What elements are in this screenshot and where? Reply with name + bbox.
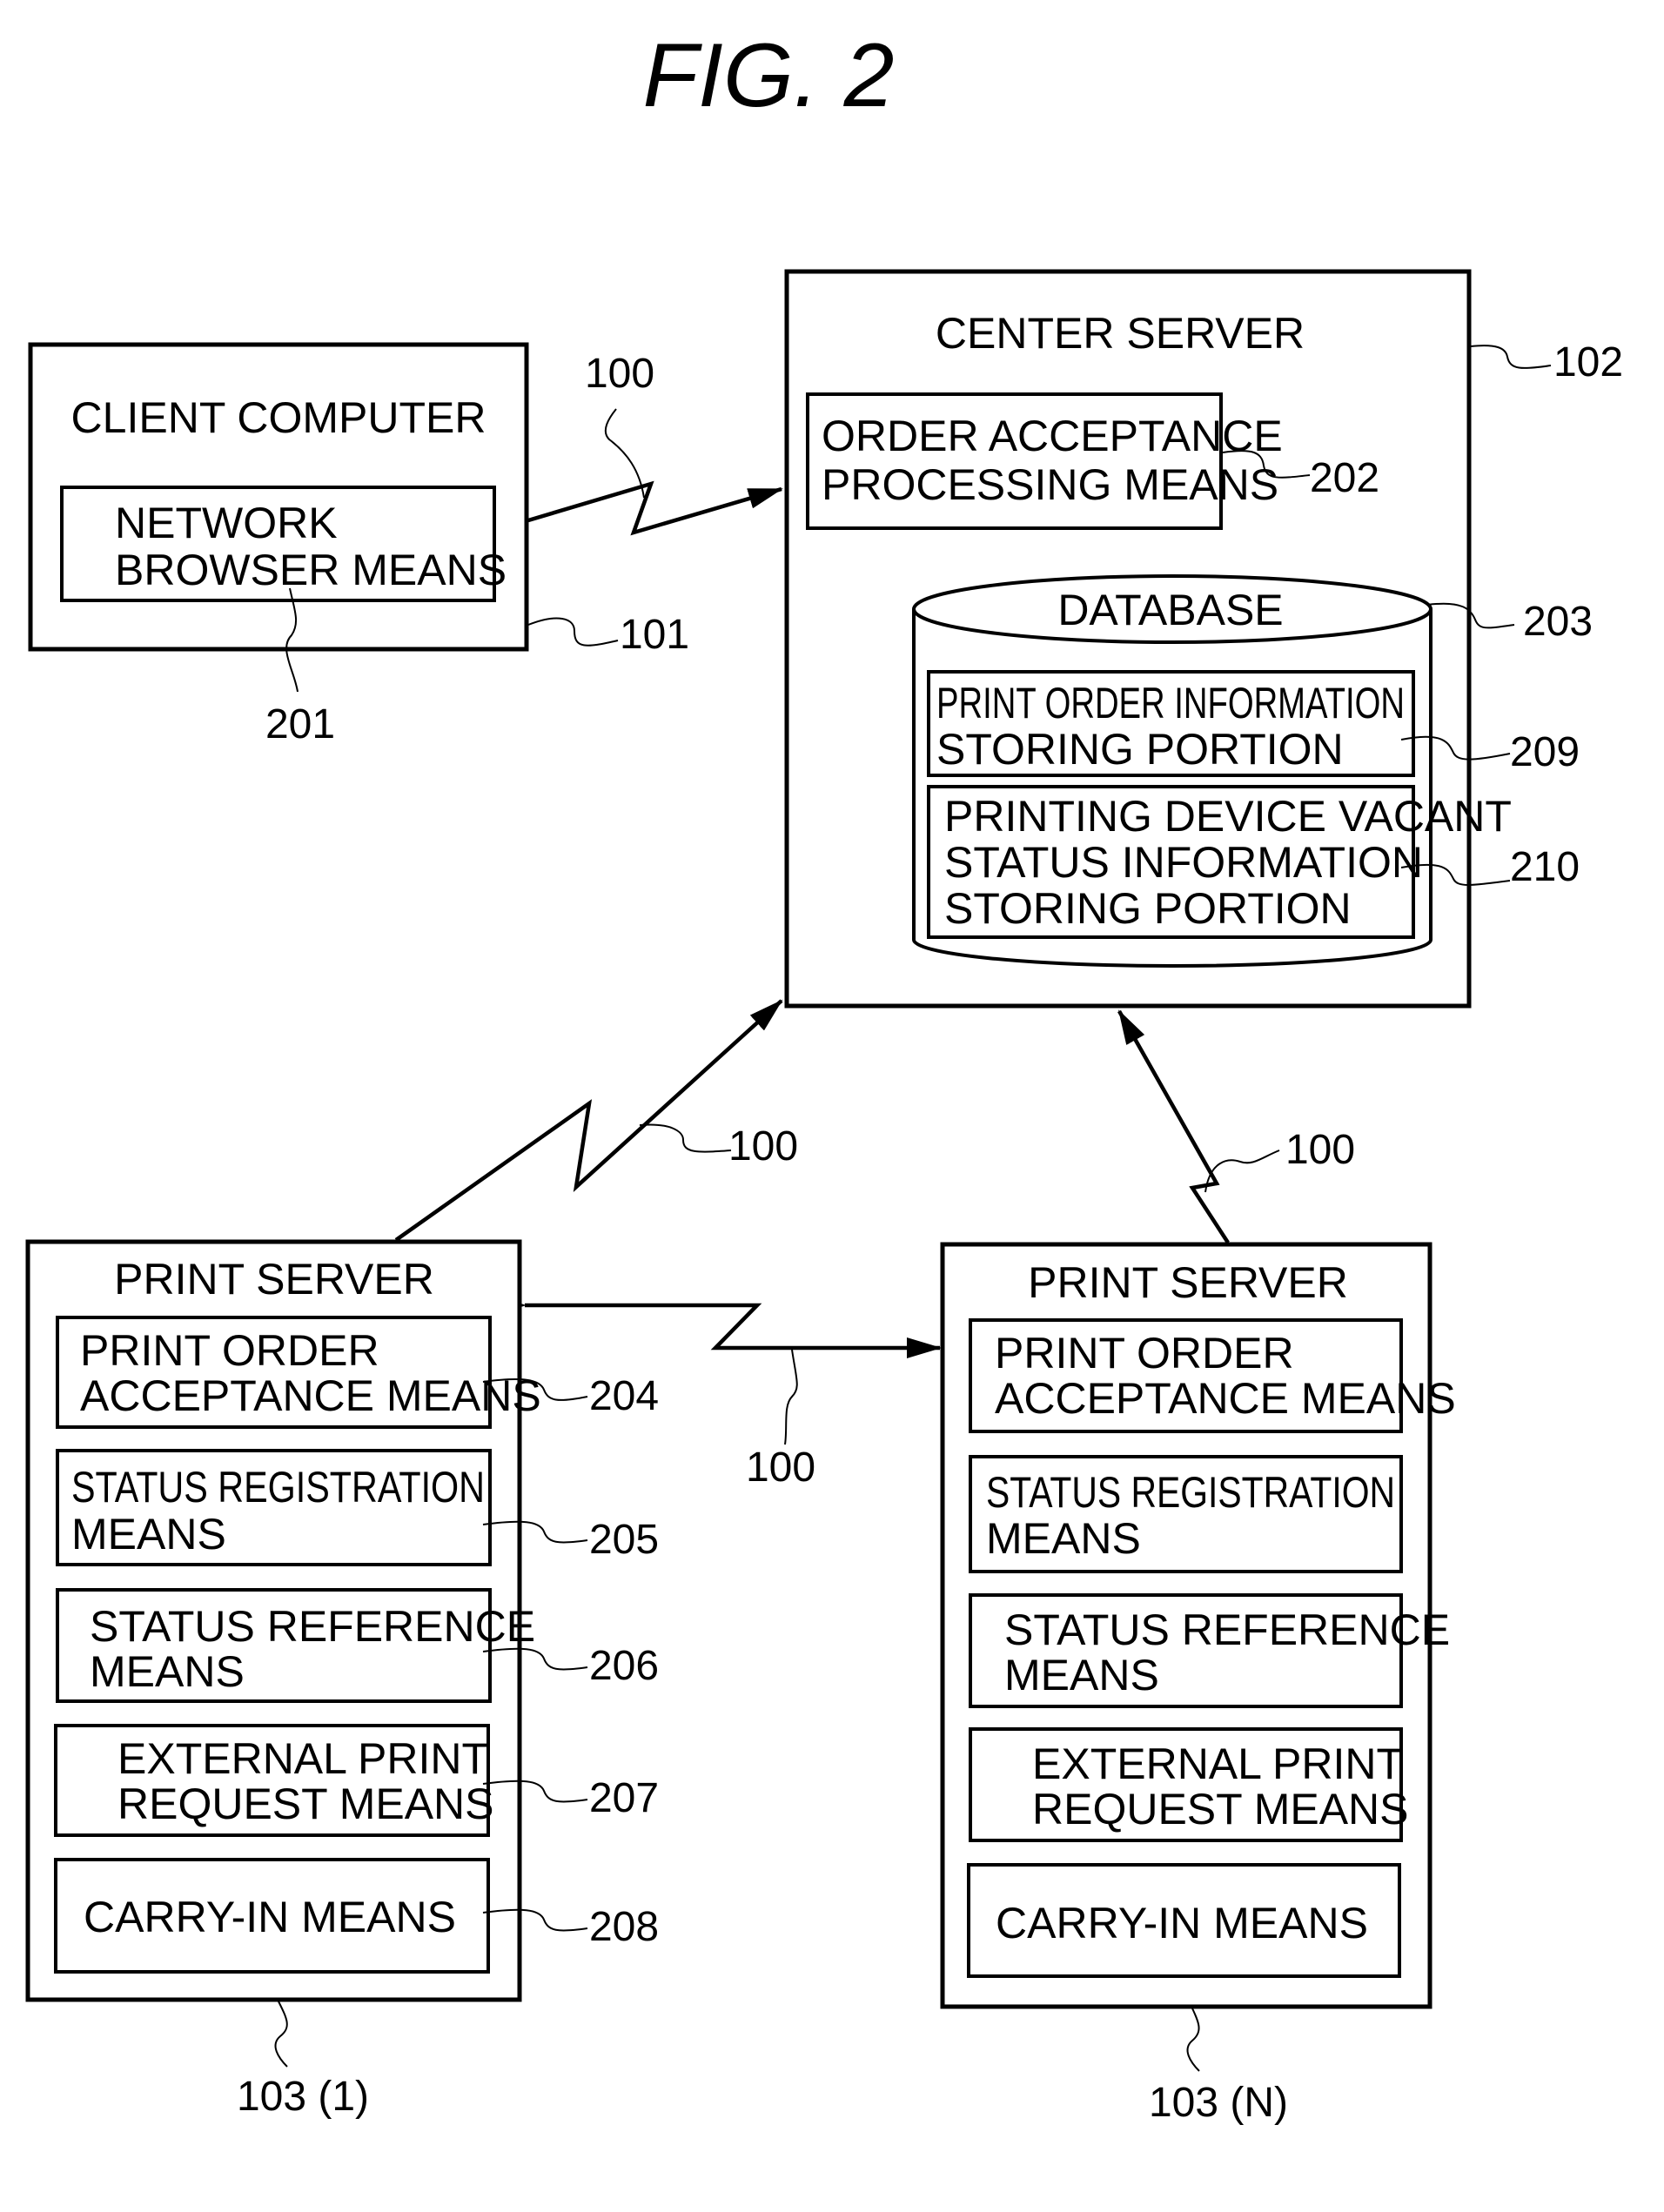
leader-line [1186, 2008, 1200, 2072]
ref-label-100-right: 100 [1285, 1127, 1355, 1173]
leader-line [639, 1123, 732, 1153]
ref-label-210: 210 [1510, 844, 1580, 890]
ref-label-103-1: 103 (1) [237, 2074, 369, 2120]
figure-title: FIG. 2 [643, 25, 895, 126]
external-print-request-module: EXTERNAL PRINT REQUEST MEANS [969, 1727, 1409, 1842]
ref-label-103-n: 103 (N) [1149, 2080, 1288, 2126]
module-line: PRINT ORDER INFORMATION [936, 679, 1405, 727]
module-line: MEANS [90, 1647, 245, 1696]
leader-line [1204, 1150, 1280, 1193]
module-line: MEANS [986, 1514, 1141, 1563]
print-order-info-portion: PRINT ORDER INFORMATION STORING PORTION [927, 670, 1415, 777]
module-line: EXTERNAL PRINT [117, 1734, 488, 1783]
carry-in-module: CARRY-IN MEANS [967, 1863, 1401, 1978]
ref-label-203: 203 [1523, 599, 1593, 645]
leader-line [1470, 345, 1552, 369]
database-title: DATABASE [1057, 586, 1283, 634]
print-server-1: PRINT SERVER PRINT ORDER ACCEPTANCE MEAN… [25, 1239, 541, 2002]
print-server-title: PRINT SERVER [1028, 1258, 1348, 1307]
leader-line [604, 408, 645, 499]
client-computer: CLIENT COMPUTER NETWORK BROWSER MEANS 20… [28, 342, 689, 747]
network-link-right-center [1117, 1009, 1230, 1244]
module-line: STATUS REFERENCE [90, 1602, 535, 1651]
module-line: STATUS REFERENCE [1004, 1605, 1450, 1654]
module-line: ACCEPTANCE MEANS [995, 1374, 1456, 1423]
ref-label-208: 208 [589, 1904, 659, 1950]
module-line: STATUS REGISTRATION [71, 1463, 485, 1512]
module-line: PRINT ORDER [80, 1326, 379, 1375]
ref-label-100-client: 100 [585, 351, 654, 397]
module-line: NETWORK [115, 499, 338, 547]
module-line: STORING PORTION [936, 725, 1344, 774]
ref-label-204: 204 [589, 1373, 659, 1419]
ref-label-206: 206 [589, 1643, 659, 1689]
ref-label-100-left: 100 [728, 1123, 798, 1170]
ref-label-102: 102 [1553, 339, 1623, 385]
module-line: MEANS [1004, 1651, 1159, 1699]
client-computer-title: CLIENT COMPUTER [71, 393, 486, 442]
ref-label-205: 205 [589, 1517, 659, 1563]
module-line: STORING PORTION [944, 884, 1352, 933]
ref-label-201: 201 [265, 701, 335, 747]
module-line: CARRY-IN MEANS [84, 1893, 456, 1941]
status-reference-module: STATUS REFERENCE MEANS [969, 1593, 1450, 1708]
carry-in-module: CARRY-IN MEANS [54, 1858, 490, 1974]
ref-label-100-middle: 100 [746, 1445, 815, 1491]
order-acceptance-module: ORDER ACCEPTANCE PROCESSING MEANS [806, 392, 1283, 530]
status-registration-module: STATUS REGISTRATION MEANS [969, 1455, 1403, 1573]
print-server-n: PRINT SERVER PRINT ORDER ACCEPTANCE MEAN… [940, 1242, 1456, 2009]
network-link-client-center [527, 480, 783, 536]
system-diagram: FIG. 2 CLIENT COMPUTER NETWORK BROWSER M… [25, 25, 1623, 2126]
network-browser-module: NETWORK BROWSER MEANS [60, 486, 507, 602]
module-line: ACCEPTANCE MEANS [80, 1371, 541, 1420]
module-line: PRINTING DEVICE VACANT [944, 792, 1512, 841]
module-line: PRINT ORDER [995, 1329, 1294, 1377]
leader-line [784, 1349, 798, 1445]
ref-label-209: 209 [1510, 729, 1580, 775]
module-line: REQUEST MEANS [1032, 1785, 1409, 1833]
network-link-print-servers [492, 1295, 942, 1358]
center-server-title: CENTER SERVER [936, 309, 1305, 358]
external-print-request-module: EXTERNAL PRINT REQUEST MEANS [54, 1724, 494, 1837]
ref-label-202: 202 [1310, 455, 1379, 501]
print-server-title: PRINT SERVER [114, 1255, 434, 1304]
print-order-acceptance-module: PRINT ORDER ACCEPTANCE MEANS [969, 1318, 1456, 1433]
module-line: MEANS [71, 1510, 226, 1558]
status-reference-module: STATUS REFERENCE MEANS [56, 1588, 535, 1703]
status-registration-module: STATUS REGISTRATION MEANS [56, 1449, 492, 1566]
leader-line [274, 2001, 288, 2068]
module-line: BROWSER MEANS [115, 546, 507, 594]
module-line: EXTERNAL PRINT [1032, 1739, 1403, 1788]
print-order-acceptance-module: PRINT ORDER ACCEPTANCE MEANS [56, 1316, 541, 1429]
module-line: ORDER ACCEPTANCE [822, 412, 1283, 460]
module-line: STATUS INFORMATION [944, 838, 1423, 887]
module-line: REQUEST MEANS [117, 1780, 494, 1828]
ref-label-207: 207 [589, 1775, 659, 1821]
center-server: CENTER SERVER ORDER ACCEPTANCE PROCESSIN… [784, 269, 1623, 1009]
database: DATABASE PRINT ORDER INFORMATION STORING… [912, 574, 1512, 968]
module-line: PROCESSING MEANS [822, 460, 1278, 509]
network-link-left-center [394, 999, 783, 1242]
leader-line [527, 617, 619, 647]
module-line: CARRY-IN MEANS [996, 1899, 1368, 1947]
ref-label-101: 101 [620, 612, 689, 658]
module-line: STATUS REGISTRATION [986, 1468, 1395, 1517]
